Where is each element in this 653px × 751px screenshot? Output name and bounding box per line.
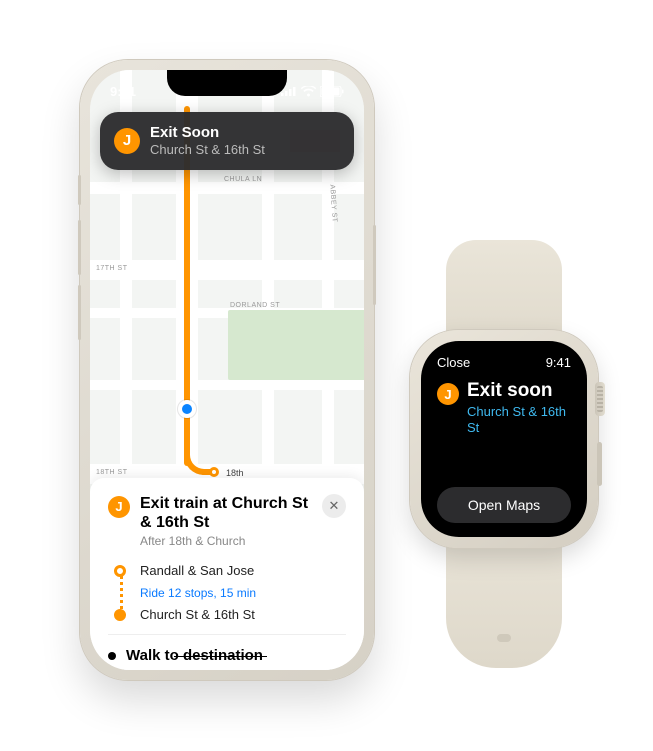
sheet-subtitle: After 18th & Church <box>140 534 312 548</box>
notch <box>167 70 287 96</box>
stop-list: Randall & San Jose Ride 12 stops, 15 min… <box>114 562 346 624</box>
watch-title: Exit soon <box>467 380 571 402</box>
banner-subtitle: Church St & 16th St <box>150 142 340 158</box>
ride-info-link[interactable]: Ride 12 stops, 15 min <box>140 586 346 600</box>
wifi-icon <box>301 86 316 97</box>
stop-marker-icon <box>114 565 126 577</box>
sheet-title: Exit train at Church St & 16th St <box>140 494 312 532</box>
user-location-dot <box>178 400 196 418</box>
walk-label: Walk to destination <box>126 647 263 664</box>
route-stop-marker <box>209 467 219 477</box>
stop-name: Church St & 16th St <box>140 607 255 622</box>
close-button[interactable]: ✕ <box>322 494 346 518</box>
open-maps-button[interactable]: Open Maps <box>437 487 571 523</box>
transit-line-icon: J <box>108 496 130 518</box>
street-label: CHULA LN <box>224 176 262 183</box>
route-stop-label: 18th <box>226 468 244 478</box>
status-time: 9:41 <box>110 84 136 99</box>
watch-side-button[interactable] <box>597 442 602 486</box>
transit-line-icon: J <box>437 383 459 405</box>
close-button[interactable]: Close <box>437 355 470 370</box>
stop-marker-icon <box>114 609 126 621</box>
iphone-screen: 9:41 <box>90 70 364 670</box>
watch-subtitle: Church St & 16th St <box>467 404 571 435</box>
iphone-device: 9:41 <box>80 60 374 680</box>
notification-banner[interactable]: J Exit Soon Church St & 16th St <box>100 112 354 170</box>
apple-watch-device: Close 9:41 J Exit soon Church St & 16th … <box>410 330 598 548</box>
street-label: 18TH ST <box>96 469 128 476</box>
watch-screen: Close 9:41 J Exit soon Church St & 16th … <box>421 341 587 537</box>
street-label: 17TH ST <box>96 265 128 272</box>
banner-title: Exit Soon <box>150 124 340 142</box>
street-label: DORLAND ST <box>230 302 280 309</box>
walk-step[interactable]: Walk to destination <box>108 634 346 670</box>
walk-icon <box>108 652 116 660</box>
watch-time: 9:41 <box>546 355 571 370</box>
directions-sheet[interactable]: J Exit train at Church St & 16th St Afte… <box>90 478 364 670</box>
transit-line-icon: J <box>114 128 140 154</box>
stop-name: Randall & San Jose <box>140 563 254 578</box>
battery-icon <box>320 86 344 97</box>
digital-crown[interactable] <box>595 382 605 416</box>
